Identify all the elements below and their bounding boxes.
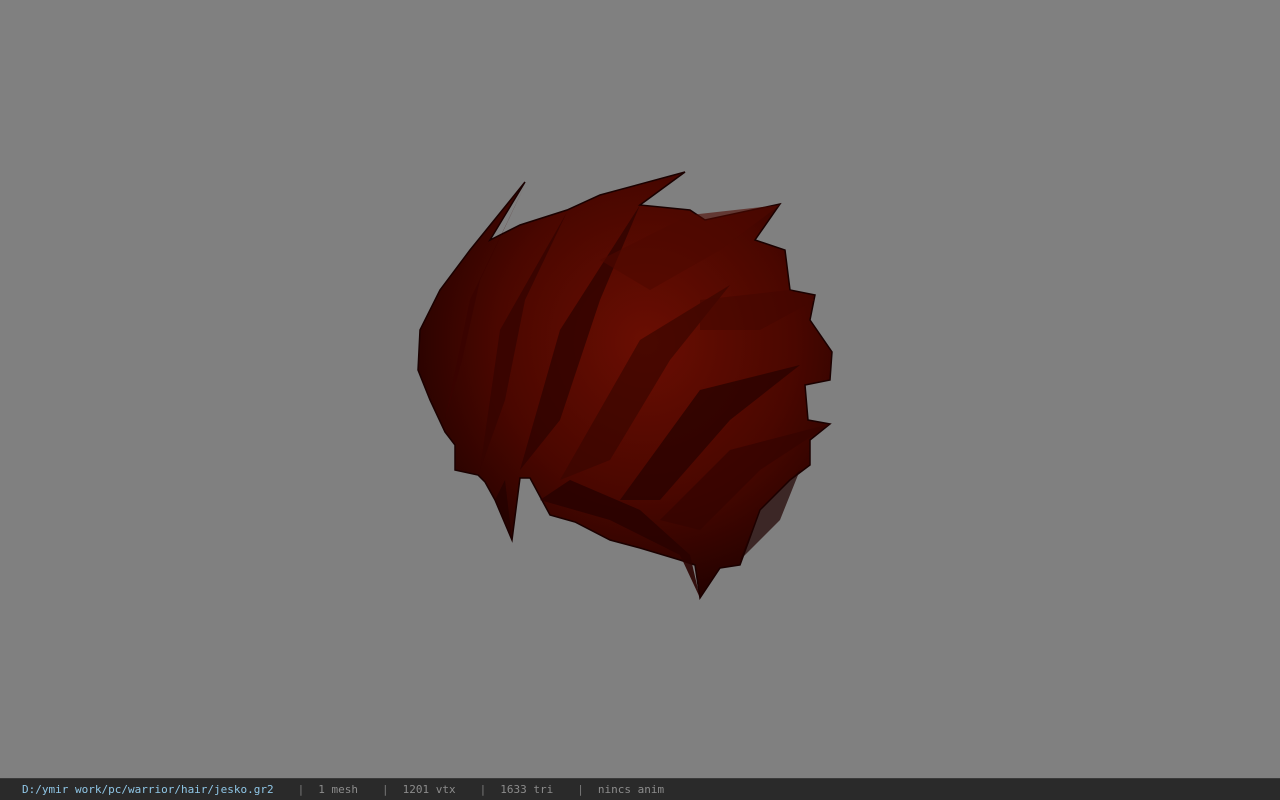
mesh-count: 1 mesh: [318, 783, 359, 796]
hair-mesh: [417, 171, 833, 601]
separator: |: [577, 783, 584, 796]
hair-model: [417, 171, 833, 601]
file-path: D:/ymir work/pc/warrior/hair/jesko.gr2: [22, 783, 274, 796]
status-bar: D:/ymir work/pc/warrior/hair/jesko.gr2 |…: [0, 778, 1280, 800]
separator: |: [479, 783, 487, 796]
triangle-count: 1633 tri: [500, 783, 554, 796]
separator: |: [382, 783, 389, 796]
animation-status: nincs anim: [597, 783, 665, 796]
separator: |: [297, 783, 305, 796]
vertex-count: 1201 vtx: [402, 783, 456, 796]
3d-viewport[interactable]: [0, 0, 1280, 778]
